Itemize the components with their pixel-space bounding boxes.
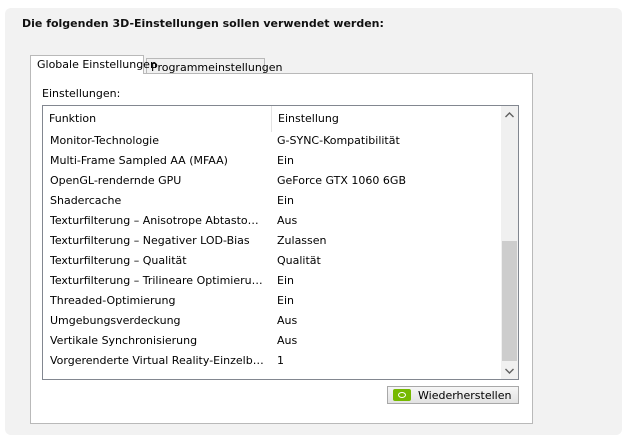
table-row[interactable]: OpenGL-rendernde GPU GeForce GTX 1060 6GB	[43, 171, 501, 191]
chevron-down-icon[interactable]	[501, 362, 518, 379]
restore-button-label: Wiederherstellen	[418, 388, 512, 402]
row-function: Vertikale Synchronisierung	[50, 334, 198, 347]
row-setting: GeForce GTX 1060 6GB	[277, 174, 406, 187]
row-setting: Ein	[277, 274, 294, 287]
page-heading: Die folgenden 3D-Einstellungen sollen ve…	[22, 17, 384, 30]
table-row[interactable]: Shadercache Ein	[43, 191, 501, 211]
table-row[interactable]: Texturfilterung – Trilineare Optimierung…	[43, 271, 501, 291]
row-function: Texturfilterung – Anisotrope Abtastoptim…	[50, 214, 264, 227]
vertical-scrollbar[interactable]	[501, 106, 518, 379]
row-function: Multi-Frame Sampled AA (MFAA)	[50, 154, 228, 167]
table-row[interactable]: Vertikale Synchronisierung Aus	[43, 331, 501, 351]
row-setting: Ein	[277, 194, 294, 207]
restore-button[interactable]: Wiederherstellen	[387, 386, 519, 404]
column-header-function[interactable]: Funktion	[49, 106, 271, 132]
chevron-up-icon[interactable]	[501, 106, 518, 123]
settings-rows: Monitor-Technologie G-SYNC-Kompatibilität…	[43, 131, 501, 371]
row-setting: Zulassen	[277, 234, 327, 247]
row-setting: 1	[277, 354, 284, 367]
table-row[interactable]: Texturfilterung – Anisotrope Abtastoptim…	[43, 211, 501, 231]
row-setting: Ein	[277, 154, 294, 167]
row-setting: Ein	[277, 294, 294, 307]
tab-global-settings[interactable]: Globale Einstellungen	[30, 55, 157, 74]
table-row[interactable]: Texturfilterung – Negativer LOD-Bias Zula…	[43, 231, 501, 251]
row-setting: Aus	[277, 334, 298, 347]
row-function: Monitor-Technologie	[50, 134, 160, 147]
table-row[interactable]: Vorgerenderte Virtual Reality-Einzelbild…	[43, 351, 501, 371]
row-function: OpenGL-rendernde GPU	[50, 174, 182, 187]
table-row[interactable]: Texturfilterung – Qualität Qualität	[43, 251, 501, 271]
row-function: Vorgerenderte Virtual Reality-Einzelbild…	[50, 354, 264, 367]
settings-list[interactable]: Funktion Einstellung Monitor-Technologie…	[42, 105, 519, 380]
nvidia-logo-icon	[393, 389, 411, 401]
scrollbar-thumb[interactable]	[502, 241, 517, 361]
row-function: Texturfilterung – Negativer LOD-Bias	[50, 234, 250, 247]
row-setting: Qualität	[277, 254, 321, 267]
row-function: Texturfilterung – Trilineare Optimierung	[50, 274, 264, 287]
row-function: Umgebungsverdeckung	[50, 314, 181, 327]
row-setting: G-SYNC-Kompatibilität	[277, 134, 400, 147]
column-header-setting[interactable]: Einstellung	[271, 106, 508, 132]
table-row[interactable]: Threaded-Optimierung Ein	[43, 291, 501, 311]
table-row[interactable]: Multi-Frame Sampled AA (MFAA) Ein	[43, 151, 501, 171]
table-row[interactable]: Monitor-Technologie G-SYNC-Kompatibilität	[43, 131, 501, 151]
row-setting: Aus	[277, 314, 298, 327]
row-function: Threaded-Optimierung	[50, 294, 176, 307]
row-function: Shadercache	[50, 194, 122, 207]
table-row[interactable]: Umgebungsverdeckung Aus	[43, 311, 501, 331]
row-function: Texturfilterung – Qualität	[50, 254, 187, 267]
settings-label: Einstellungen:	[42, 87, 121, 100]
row-setting: Aus	[277, 214, 298, 227]
